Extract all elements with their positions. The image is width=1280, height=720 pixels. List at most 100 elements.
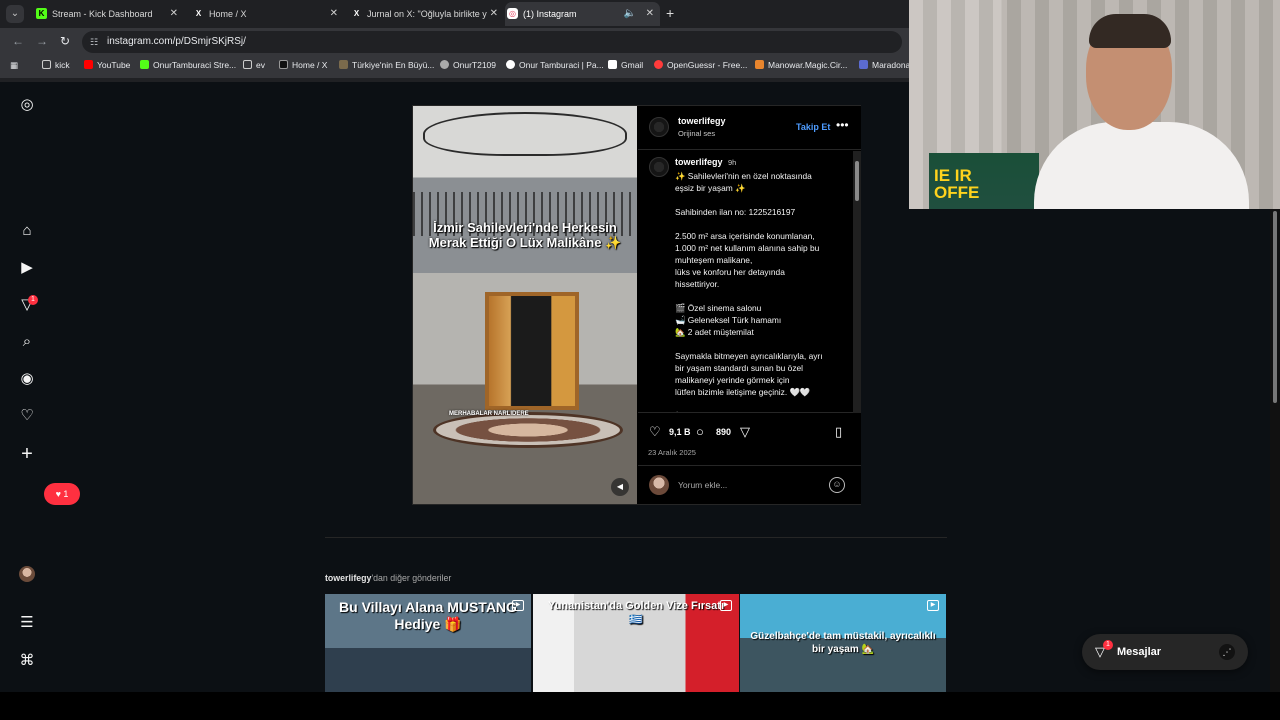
site-info-icon[interactable]: ☷ (90, 31, 98, 53)
kick-icon (140, 60, 149, 69)
new-tab-button[interactable]: + (666, 5, 674, 21)
instagram-icon[interactable]: ◎ (18, 96, 36, 114)
post-username[interactable]: towerlifegy (678, 116, 726, 126)
close-icon[interactable]: ✕ (170, 2, 178, 26)
bookmark-home-x[interactable]: Home / X (279, 60, 327, 70)
tab-search-button[interactable]: ⌄ (6, 5, 24, 23)
bookmark-onurt2109[interactable]: OnurT2109 (440, 60, 496, 70)
bookmark-turkiye[interactable]: Türkiye'nin En Büyü... (339, 60, 434, 70)
bookmark-maradona[interactable]: Maradona: (859, 60, 913, 70)
browser-chrome: ⌄ K Stream - Kick Dashboard ✕ X Home / X ✕… (0, 0, 913, 82)
messages-badge: 1 (28, 295, 38, 305)
address-bar-row: ← → ↻ ☷ instagram.com/p/DSmjrSKjRSj/ (0, 28, 910, 56)
notification-pill[interactable]: ♥ 1 (44, 483, 80, 505)
bookmark-onur-patreon[interactable]: Onur Tamburaci | Pa... (506, 60, 604, 70)
tab-label: Jurnal on X: "Oğluyla birlikte y (367, 9, 487, 19)
follow-button[interactable]: Takip Et (796, 122, 830, 132)
video-subtitle: MERHABALAR NARLIDERE (449, 411, 529, 417)
emoji-icon[interactable]: ☺ (829, 477, 845, 493)
marble-floor (433, 412, 623, 448)
profile-avatar[interactable] (19, 566, 35, 582)
speaker-icon[interactable]: 🔈 (624, 2, 636, 26)
bookmark-gmail[interactable]: Gmail (608, 60, 643, 70)
post-video[interactable]: İzmir Sahilevleri'nde Herkesin Merak Ett… (413, 106, 637, 504)
caption-username[interactable]: towerlifegy (675, 157, 723, 167)
like-count[interactable]: 9,1 B (669, 427, 691, 437)
close-icon[interactable]: ✕ (490, 2, 498, 26)
tab-jurnal[interactable]: X Jurnal on X: "Oğluyla birlikte y ✕ (349, 2, 504, 26)
tab-strip: ⌄ K Stream - Kick Dashboard ✕ X Home / X ✕… (0, 0, 910, 28)
site-icon (755, 60, 764, 69)
post-header: towerlifegy Orijinal ses Takip Et ••• (638, 106, 861, 150)
apps-grid-icon[interactable]: ▦ (10, 60, 18, 71)
bookmark-label: Onur Tamburaci | Pa... (519, 60, 604, 70)
notifications-icon[interactable]: ♡ (18, 407, 36, 425)
messages-bar[interactable]: ▽ 1 Mesajlar ⋰ (1082, 634, 1248, 670)
create-icon[interactable]: + (18, 444, 36, 464)
tab-home-x[interactable]: X Home / X ✕ (191, 2, 344, 26)
bookmark-label: Maradona: (872, 60, 913, 70)
search-icon[interactable]: ⌕ (18, 333, 36, 351)
page-scrollbar[interactable] (1270, 209, 1280, 692)
thumb-caption: Güzelbahçe'de tam müstakil, ayrıcalıklı … (750, 631, 936, 655)
reload-icon[interactable]: ↻ (60, 34, 70, 48)
url-bar[interactable]: ☷ instagram.com/p/DSmjrSKjRSj/ (82, 31, 902, 53)
more-post-thumb[interactable]: Bu Villayı Alana MUSTANG Hediye 🎁 ▶ (325, 594, 531, 692)
comment-input[interactable]: Yorum ekle... (678, 480, 727, 490)
bookmark-openguessr[interactable]: OpenGuessr - Free... (654, 60, 747, 70)
taskbar (0, 692, 1280, 720)
caption-avatar[interactable] (649, 157, 669, 177)
tab-kick[interactable]: K Stream - Kick Dashboard ✕ (34, 2, 184, 26)
bookmark-kick[interactable]: kick (42, 60, 70, 70)
more-posts-suffix: 'dan diğer gönderiler (371, 573, 452, 583)
bookmark-onur-stream[interactable]: OnurTamburaci Stre... (140, 60, 236, 70)
author-avatar[interactable] (649, 117, 669, 137)
more-post-thumb[interactable]: Yunanistan'da Golden Vize Fırsatı 🇬🇷 ▶ (533, 594, 739, 692)
video-headline: İzmir Sahilevleri'nde Herkesin Merak Ett… (427, 220, 623, 250)
close-icon[interactable]: ✕ (646, 2, 654, 26)
kick-favicon-icon: K (36, 8, 47, 19)
like-icon[interactable]: ♡ (649, 424, 661, 440)
bookmark-label: ev (256, 60, 265, 70)
audio-label[interactable]: Orijinal ses (678, 129, 715, 138)
more-post-thumb[interactable]: Güzelbahçe'de tam müstakil, ayrıcalıklı … (740, 594, 946, 692)
thumb-caption: Bu Villayı Alana MUSTANG Hediye 🎁 (339, 599, 517, 632)
apps-icon[interactable]: ⌘ (18, 652, 36, 670)
streamer-hair (1089, 14, 1171, 48)
tab-instagram[interactable]: ◎ (1) Instagram 🔈 ✕ (505, 2, 660, 26)
scrollbar-thumb[interactable] (855, 161, 859, 201)
mute-icon[interactable]: ◀ (611, 478, 629, 496)
bookmark-manowar[interactable]: Manowar.Magic.Cir... (755, 60, 847, 70)
reels-icon[interactable]: ▶ (18, 259, 36, 277)
bookmark-ev[interactable]: ev (243, 60, 265, 70)
reel-icon: ▶ (720, 600, 732, 611)
forward-icon[interactable]: → (36, 34, 48, 48)
menu-icon[interactable]: ☰ (18, 614, 36, 632)
share-icon[interactable]: ▽ (740, 424, 750, 440)
comment-icon[interactable]: ○ (696, 424, 704, 439)
bookmarks-bar: ▦ kick YouTube OnurTamburaci Stre... ev … (0, 56, 913, 78)
background-poster: IE IR OFFE (929, 153, 1039, 209)
explore-icon[interactable]: ◉ (18, 370, 36, 388)
notification-count: 1 (63, 489, 69, 499)
more-options-icon[interactable]: ••• (836, 118, 849, 132)
more-posts-owner[interactable]: towerlifegy (325, 573, 371, 583)
scrollbar-thumb[interactable] (1273, 211, 1277, 403)
reel-icon: ▶ (512, 600, 524, 611)
comment-count[interactable]: 890 (716, 427, 731, 437)
messages-badge: 1 (1103, 640, 1113, 650)
post-sidebar: towerlifegy Orijinal ses Takip Et ••• to… (638, 106, 861, 504)
bookmark-youtube[interactable]: YouTube (84, 60, 130, 70)
section-divider (325, 537, 947, 538)
thumb-caption: Yunanistan'da Golden Vize Fırsatı 🇬🇷 (547, 600, 724, 626)
caption-scrollbar[interactable] (853, 151, 861, 413)
back-icon[interactable]: ← (12, 34, 24, 48)
post-date: 23 Aralık 2025 (648, 448, 696, 457)
save-icon[interactable]: ▯ (835, 424, 842, 440)
caption-line: 🎬 Özel sinema salonu (675, 303, 762, 313)
home-icon[interactable]: ⌂ (18, 222, 36, 240)
close-icon[interactable]: ✕ (330, 2, 338, 26)
expand-icon[interactable]: ⋰ (1219, 644, 1235, 660)
bookmark-label: Manowar.Magic.Cir... (768, 60, 848, 70)
bookmark-label: YouTube (97, 60, 131, 70)
